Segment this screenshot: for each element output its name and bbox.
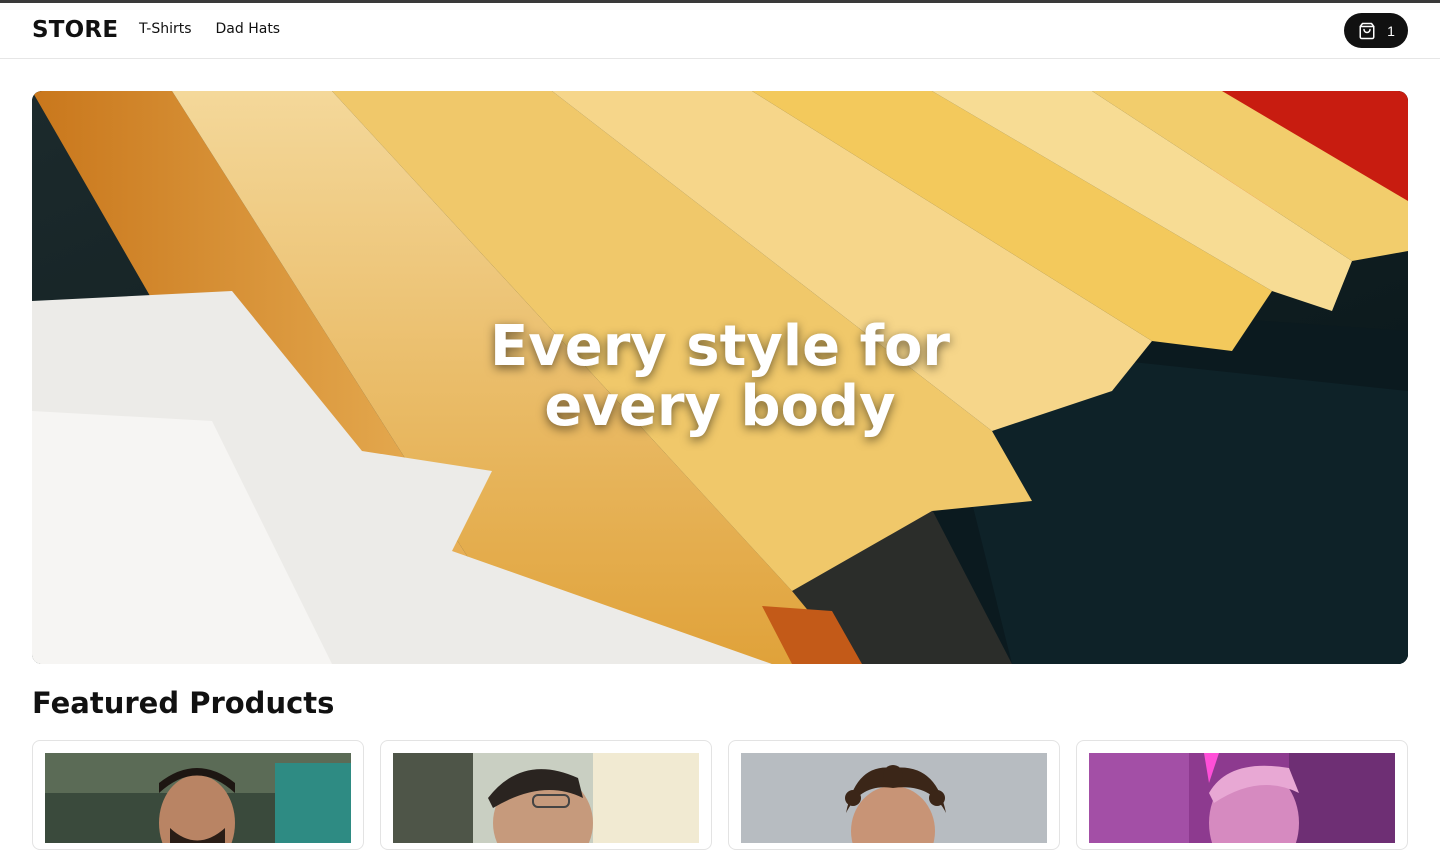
- product-image[interactable]: [393, 753, 699, 843]
- shopping-bag-icon: [1357, 21, 1377, 41]
- cart-button[interactable]: 1: [1344, 13, 1408, 48]
- nav-link-dad-hats[interactable]: Dad Hats: [216, 21, 281, 37]
- product-image[interactable]: [45, 753, 351, 843]
- product-image[interactable]: [741, 753, 1047, 843]
- store-logo[interactable]: STORE: [32, 17, 118, 43]
- nav-links: T-Shirts Dad Hats: [139, 21, 280, 37]
- product-card[interactable]: [380, 740, 712, 850]
- product-card[interactable]: [728, 740, 1060, 850]
- hero-banner: Every style for every body: [32, 91, 1408, 664]
- product-grid: [32, 740, 1408, 850]
- featured-products-heading: Featured Products: [32, 686, 335, 720]
- product-card[interactable]: [32, 740, 364, 850]
- product-image[interactable]: [1089, 753, 1395, 843]
- hero-title: Every style for every body: [489, 314, 951, 439]
- product-card[interactable]: [1076, 740, 1408, 850]
- cart-count: 1: [1387, 22, 1395, 39]
- nav-link-t-shirts[interactable]: T-Shirts: [139, 21, 192, 37]
- top-nav: STORE T-Shirts Dad Hats 1: [0, 3, 1440, 59]
